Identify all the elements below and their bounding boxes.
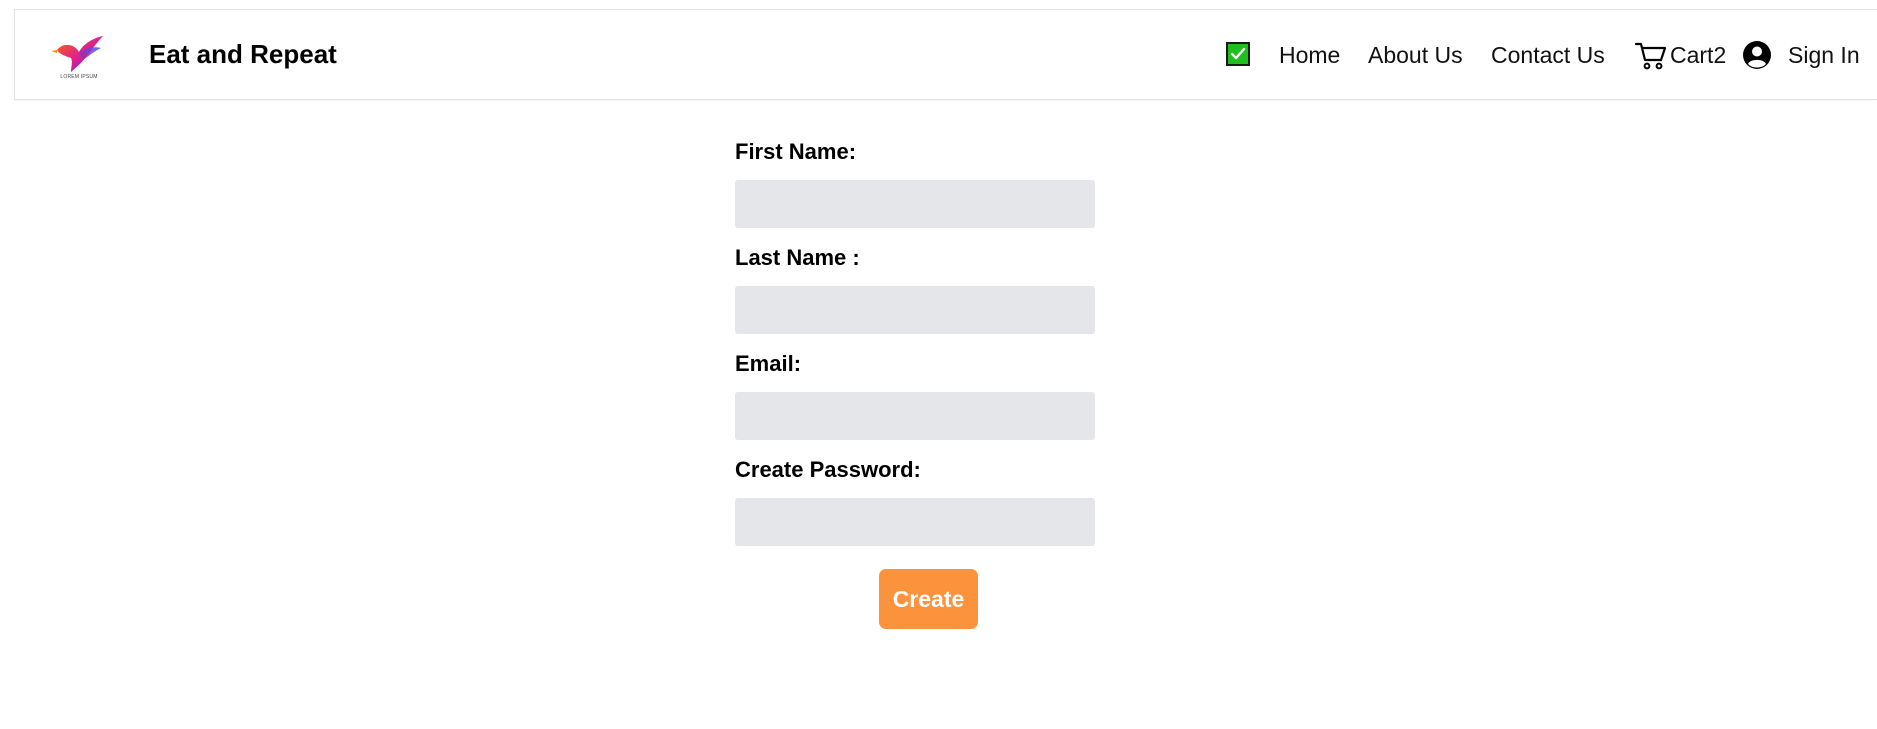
create-account-form: First Name: Last Name : Email: Create Pa… bbox=[735, 138, 1095, 562]
password-input[interactable] bbox=[735, 498, 1095, 546]
user-circle-icon[interactable] bbox=[1742, 40, 1772, 70]
brand-title[interactable]: Eat and Repeat bbox=[149, 38, 337, 70]
toggle-checkbox[interactable] bbox=[1226, 42, 1250, 66]
nav-contact-link[interactable]: Contact Us bbox=[1491, 41, 1605, 69]
nav-home-link[interactable]: Home bbox=[1279, 41, 1340, 69]
bird-logo-icon bbox=[51, 36, 103, 72]
create-button[interactable]: Create bbox=[879, 569, 978, 629]
cart-count-badge: 2 bbox=[1713, 42, 1727, 68]
logo-text: LOREM IPSUM bbox=[60, 74, 98, 80]
last-name-label: Last Name : bbox=[735, 245, 860, 270]
first-name-input[interactable] bbox=[735, 180, 1095, 228]
email-input[interactable] bbox=[735, 392, 1095, 440]
password-label: Create Password: bbox=[735, 457, 921, 482]
email-label: Email: bbox=[735, 351, 802, 376]
first-name-label: First Name: bbox=[735, 139, 857, 164]
cart-icon[interactable] bbox=[1634, 38, 1668, 72]
nav-about-link[interactable]: About Us bbox=[1368, 41, 1463, 69]
last-name-input[interactable] bbox=[735, 286, 1095, 334]
cart-label: Cart bbox=[1670, 42, 1714, 68]
nav-cart-link[interactable]: Cart2 bbox=[1670, 41, 1726, 69]
nav-sign-in-link[interactable]: Sign In bbox=[1788, 41, 1860, 69]
checkmark-icon bbox=[1230, 47, 1246, 60]
logo[interactable]: LOREM IPSUM bbox=[49, 32, 105, 84]
navbar: LOREM IPSUM Eat and Repeat Home About Us… bbox=[14, 9, 1877, 100]
